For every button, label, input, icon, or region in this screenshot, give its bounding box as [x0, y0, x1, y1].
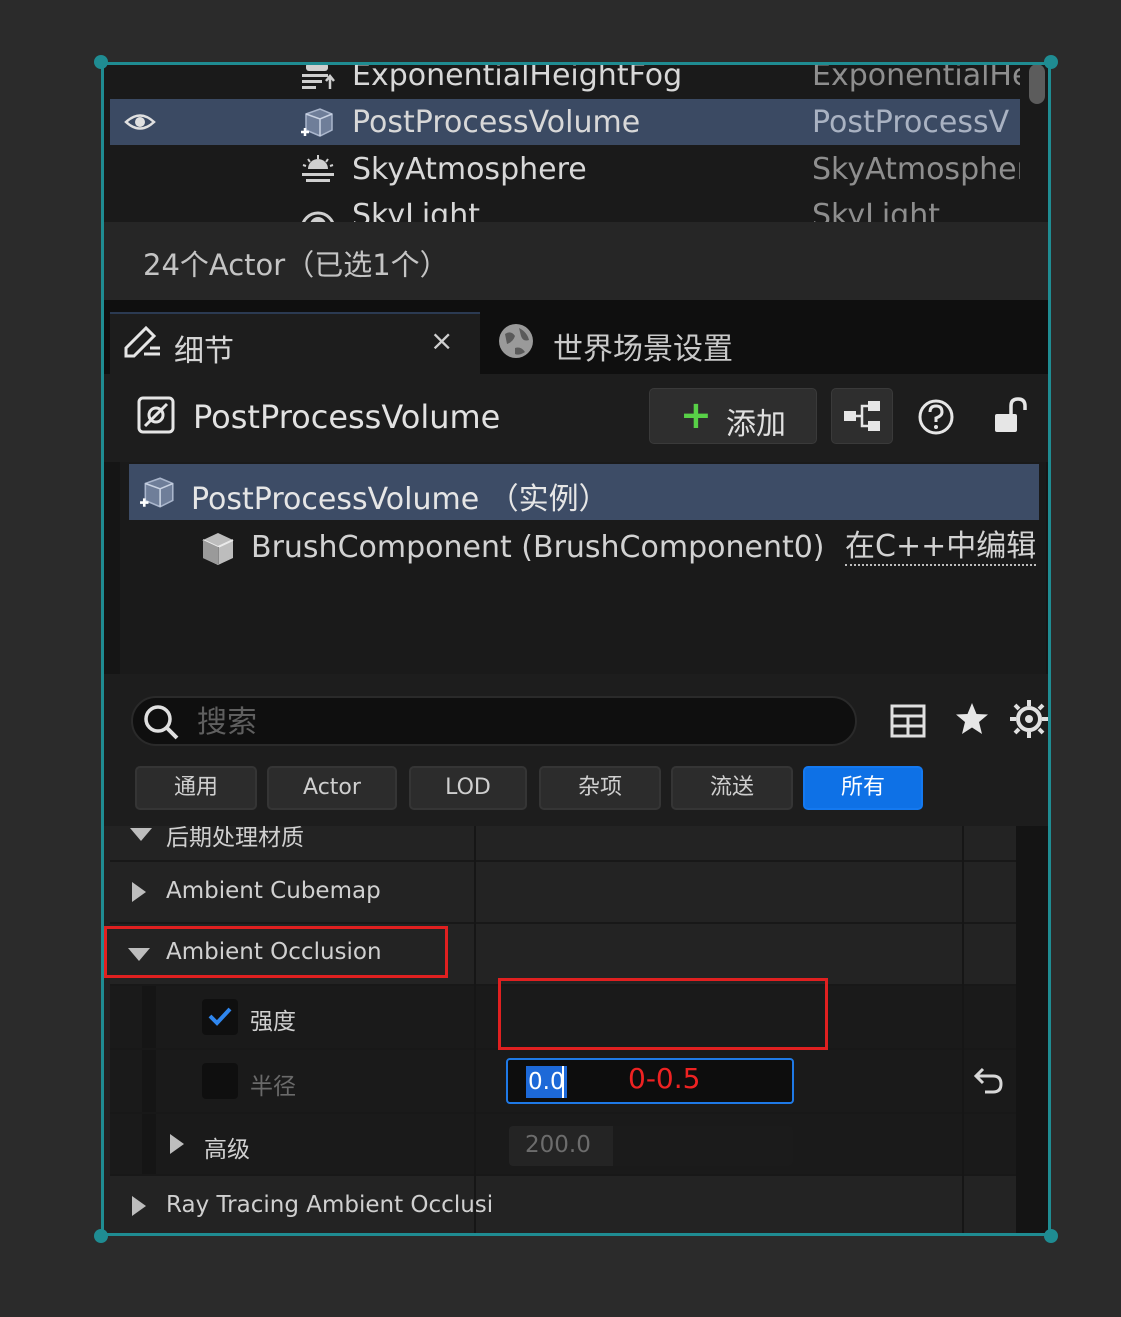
chevron-down-icon — [130, 828, 152, 841]
filter-misc[interactable]: 杂项 — [539, 766, 661, 810]
actor-icon — [137, 396, 175, 434]
intensity-checkbox[interactable] — [202, 999, 238, 1035]
world-settings-icon — [499, 324, 533, 358]
resize-handle[interactable] — [1044, 1229, 1058, 1243]
search-icon — [144, 705, 179, 740]
help-icon[interactable] — [917, 398, 955, 436]
panel-tab-bar: 细节 × 世界场景设置 — [101, 300, 1051, 376]
outliner-status-bar: 24个Actor（已选1个） — [101, 222, 1051, 300]
star-icon[interactable] — [953, 700, 991, 738]
radius-value-input[interactable]: 200.0 — [509, 1126, 793, 1166]
post-process-volume-icon — [140, 477, 174, 508]
component-tree: PostProcessVolume （实例） BrushComponent (B… — [120, 462, 1046, 674]
category-label: Ambient Cubemap — [166, 878, 381, 904]
details-edit-icon — [124, 325, 160, 358]
outliner-item-type: SkyLight — [812, 198, 940, 222]
resize-handle[interactable] — [94, 55, 108, 69]
advanced-label: 高级 — [204, 1137, 250, 1163]
radius-checkbox[interactable] — [202, 1063, 238, 1099]
chevron-right-icon — [132, 882, 146, 902]
sky-atmosphere-icon — [302, 155, 334, 182]
radius-value: 200.0 — [525, 1132, 591, 1158]
tab-details-label: 细节 — [174, 334, 234, 369]
grid-icon[interactable] — [889, 702, 927, 740]
reset-arrow-icon[interactable] — [971, 1066, 1005, 1096]
outliner-row-skyatmosphere[interactable]: SkyAtmosphere SkyAtmospher — [110, 146, 1020, 192]
component-root-row[interactable]: PostProcessVolume （实例） — [129, 464, 1039, 520]
checkmark-icon — [208, 1007, 232, 1026]
outliner-scrollbar[interactable] — [1029, 64, 1045, 104]
editor-panel: ExponentialHeightFog ExponentialHe PostP… — [101, 62, 1051, 1236]
intensity-value-highlight — [498, 978, 828, 1050]
add-plus-icon: + — [680, 393, 712, 437]
tab-world-settings[interactable]: 世界场景设置 — [497, 312, 797, 374]
chevron-right-icon — [132, 1196, 146, 1216]
component-child-label: BrushComponent (BrushComponent0) — [251, 530, 825, 565]
search-input[interactable] — [195, 702, 839, 742]
details-search-area: 通用 Actor LOD 杂项 流送 所有 — [101, 674, 1051, 826]
property-grid-scrollbar[interactable] — [1016, 826, 1051, 1236]
actor-count-label: 24个Actor（已选1个） — [143, 248, 449, 282]
outliner-row-exponentialheightfog[interactable]: ExponentialHeightFog ExponentialHe — [110, 62, 1020, 98]
actor-name: PostProcessVolume — [193, 398, 501, 436]
add-component-button[interactable]: + 添加 — [649, 388, 817, 444]
category-label: 后期处理材质 — [166, 826, 304, 851]
gear-icon[interactable] — [1009, 698, 1049, 740]
lock-icon[interactable] — [993, 396, 1029, 436]
intensity-range-annotation: 0-0.5 — [628, 1062, 701, 1095]
outliner-item-type: ExponentialHe — [812, 62, 1020, 93]
add-button-label: 添加 — [726, 407, 786, 442]
property-row-ray-tracing-ao[interactable]: Ray Tracing Ambient Occlusi — [110, 1176, 1016, 1236]
world-outliner: ExponentialHeightFog ExponentialHe PostP… — [101, 62, 1051, 222]
property-row-ambient-cubemap[interactable]: Ambient Cubemap — [110, 862, 1016, 922]
outliner-item-type: SkyAtmospher — [812, 152, 1020, 187]
close-icon[interactable]: × — [430, 324, 453, 357]
category-label: Ray Tracing Ambient Occlusi — [166, 1192, 494, 1218]
ambient-occlusion-highlight — [104, 926, 448, 978]
search-box[interactable] — [131, 696, 857, 746]
outliner-item-name: ExponentialHeightFog — [352, 62, 683, 93]
outliner-item-name: PostProcessVolume — [352, 105, 641, 140]
outliner-row-skylight[interactable]: SkyLight SkyLight — [110, 192, 1020, 222]
filter-streaming[interactable]: 流送 — [671, 766, 793, 810]
intensity-value: 0.0 — [526, 1066, 567, 1098]
property-row-post-process-materials[interactable]: 后期处理材质 — [110, 826, 1016, 860]
filter-all[interactable]: 所有 — [803, 766, 923, 810]
brush-component-icon — [202, 533, 234, 565]
intensity-value-input[interactable]: 0.0 0-0.5 — [506, 1058, 794, 1104]
blueprint-button[interactable] — [831, 388, 893, 444]
outliner-item-type: PostProcessV — [812, 105, 1010, 140]
post-process-volume-icon — [301, 108, 333, 137]
eye-icon[interactable] — [124, 109, 156, 135]
tab-world-settings-label: 世界场景设置 — [553, 332, 733, 367]
filter-lod[interactable]: LOD — [409, 766, 527, 810]
filter-general[interactable]: 通用 — [135, 766, 257, 810]
resize-handle[interactable] — [94, 1229, 108, 1243]
outliner-item-name: SkyLight — [352, 198, 480, 222]
chevron-right-icon — [170, 1134, 184, 1154]
blueprint-icon — [844, 401, 880, 431]
tab-details[interactable]: 细节 × — [110, 312, 480, 376]
intensity-label: 强度 — [250, 1009, 296, 1035]
outliner-item-name: SkyAtmosphere — [352, 152, 587, 187]
edit-in-cpp-link[interactable]: 在C++中编辑 — [845, 530, 1037, 566]
fog-icon — [302, 63, 335, 89]
filter-actor[interactable]: Actor — [267, 766, 397, 810]
outliner-row-postprocessvolume[interactable]: PostProcessVolume PostProcessV — [110, 99, 1020, 145]
details-header: PostProcessVolume + 添加 — [101, 374, 1051, 462]
radius-label: 半径 — [250, 1074, 296, 1100]
skylight-icon — [301, 211, 335, 222]
resize-handle[interactable] — [1044, 55, 1058, 69]
component-child-row[interactable]: BrushComponent (BrushComponent0) 在C++中编辑 — [129, 524, 1039, 574]
component-root-label: PostProcessVolume （实例） — [191, 482, 609, 517]
